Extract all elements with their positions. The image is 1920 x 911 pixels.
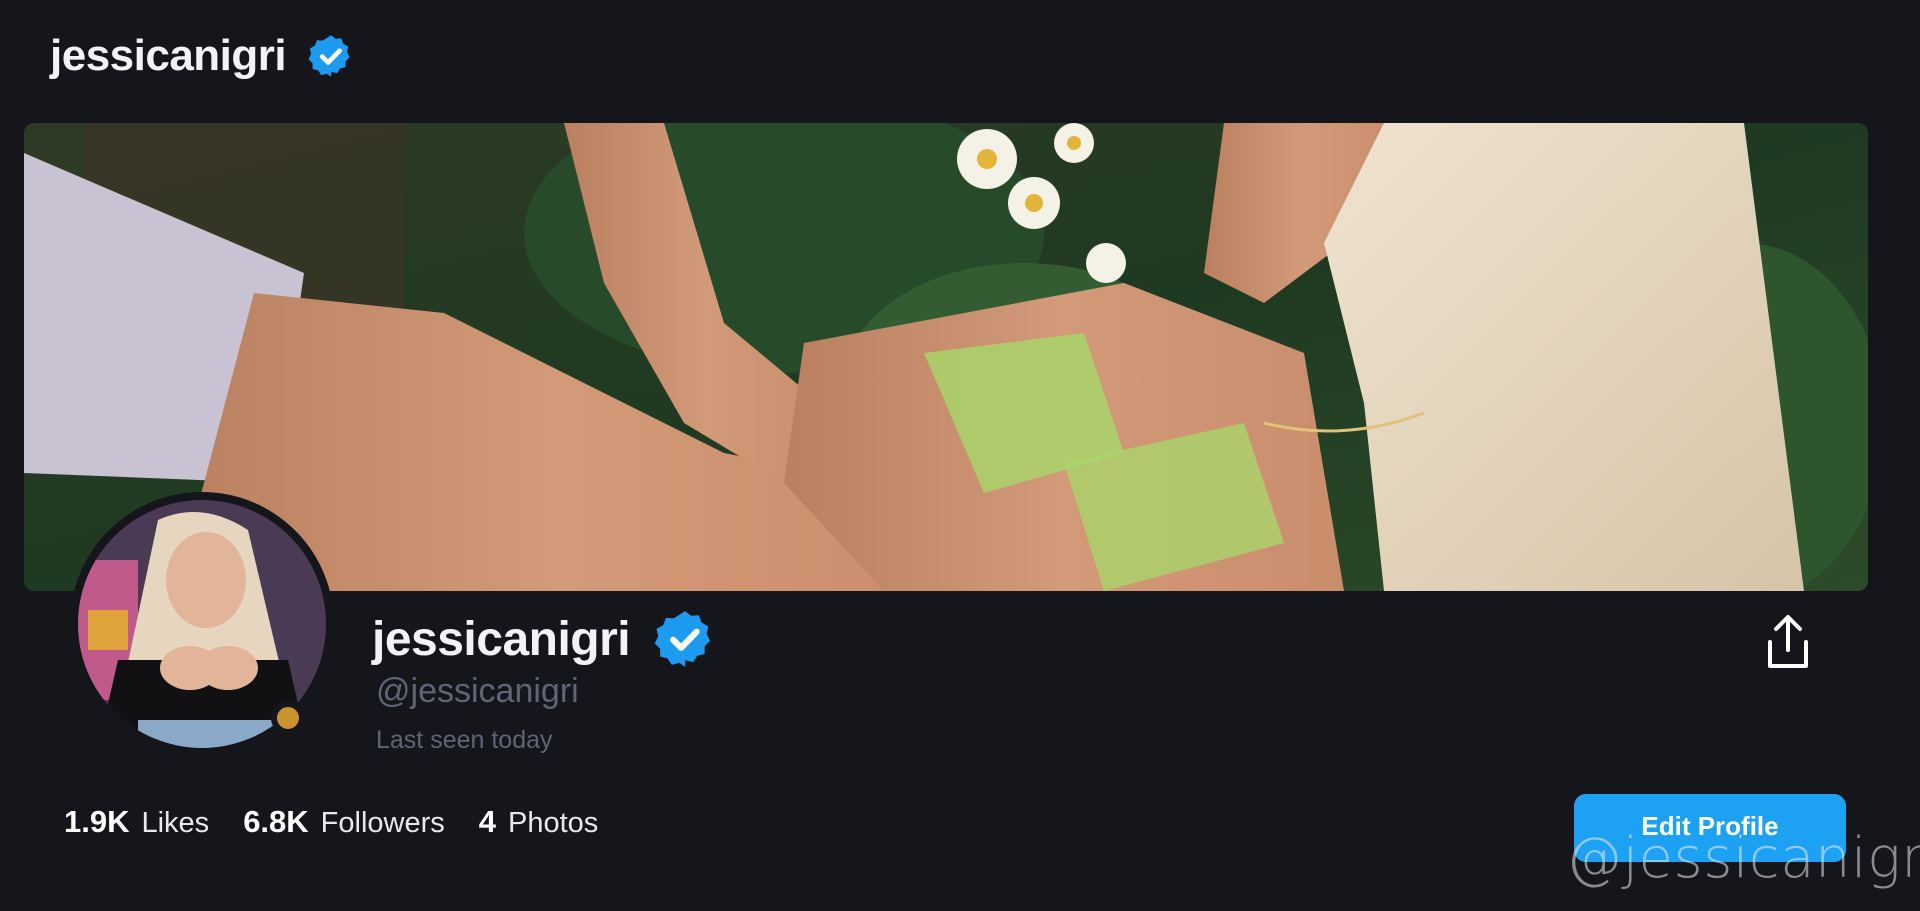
stat-followers[interactable]: 6.8K Followers: [243, 804, 445, 840]
stat-value: 4: [478, 804, 497, 839]
stat-likes[interactable]: 1.9K Likes: [64, 804, 209, 840]
profile-display-name: jessicanigri: [372, 612, 631, 666]
stat-value: 1.9K: [64, 804, 130, 839]
share-icon: [1768, 615, 1808, 668]
online-status-indicator: [271, 701, 305, 735]
watermark-text: @jessicanigri: [1566, 826, 1920, 891]
top-bar: jessicanigri: [50, 26, 354, 86]
verified-badge-icon: [308, 33, 354, 79]
profile-handle: @jessicanigri: [376, 672, 579, 710]
last-seen-status: Last seen today: [376, 726, 553, 754]
header-title: jessicanigri: [50, 31, 287, 80]
cover-photo: [24, 123, 1868, 591]
stat-label: Likes: [141, 807, 210, 839]
profile-stats: 1.9K Likes 6.8K Followers 4 Photos: [64, 804, 598, 840]
stat-label: Photos: [508, 807, 599, 839]
verified-badge-icon: [654, 608, 716, 670]
stat-label: Followers: [320, 807, 445, 839]
stat-photos[interactable]: 4 Photos: [479, 804, 599, 840]
share-button[interactable]: [1764, 614, 1812, 670]
profile-name-row: jessicanigri: [372, 608, 716, 670]
stat-value: 6.8K: [243, 804, 309, 839]
